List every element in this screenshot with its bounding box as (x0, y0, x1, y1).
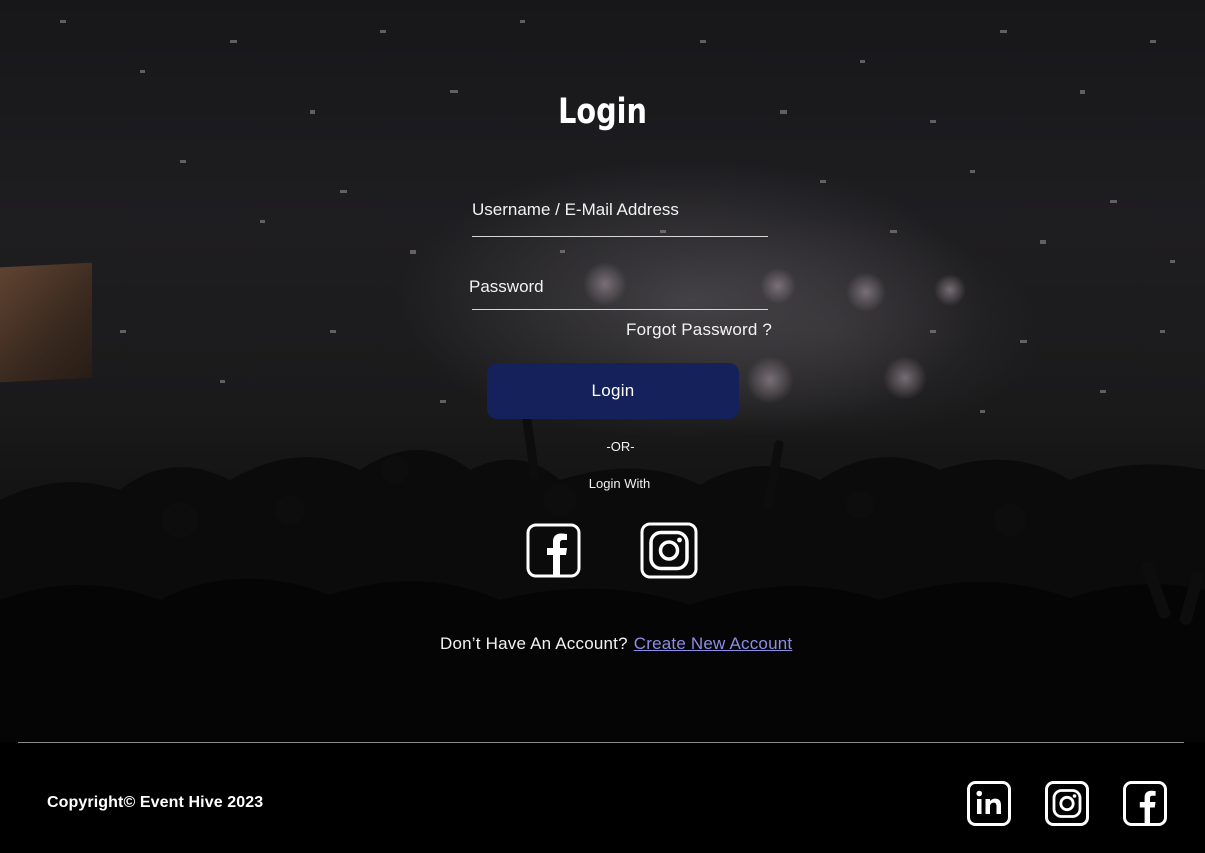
instagram-icon[interactable] (1045, 781, 1089, 826)
footer-divider (18, 742, 1184, 743)
linkedin-icon[interactable] (967, 781, 1011, 826)
facebook-icon[interactable] (1123, 781, 1167, 826)
username-input[interactable] (472, 200, 768, 220)
login-with-label: Login With (588, 476, 651, 491)
page-title: Login (558, 92, 647, 132)
or-separator: -OR- (606, 439, 635, 454)
create-account-link[interactable]: Create New Account (634, 634, 793, 653)
instagram-login-icon[interactable] (640, 522, 698, 579)
footer-copyright: Copyright© Event Hive 2023 (47, 794, 264, 811)
signup-prompt: Don’t Have An Account? Create New Account (440, 634, 792, 654)
facebook-login-icon[interactable] (526, 523, 581, 578)
password-field (469, 277, 768, 310)
forgot-password-link[interactable]: Forgot Password ? (626, 320, 772, 340)
signup-prompt-text: Don’t Have An Account? (440, 634, 628, 653)
username-field (472, 200, 768, 237)
login-button[interactable]: Login (487, 363, 739, 419)
password-input[interactable] (469, 277, 765, 297)
